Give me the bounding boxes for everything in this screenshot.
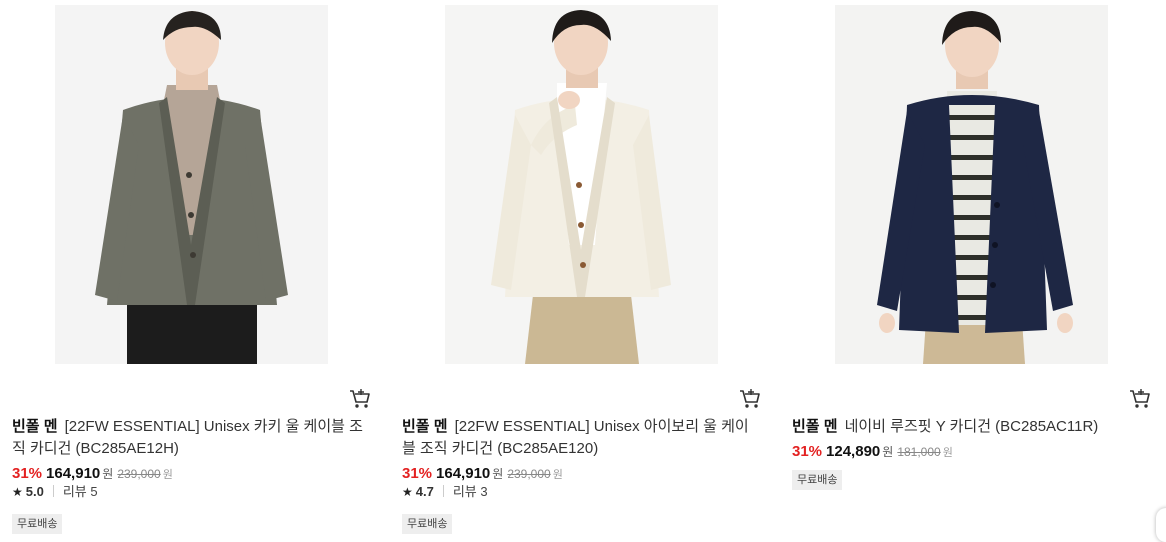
divider bbox=[442, 485, 444, 497]
rating-row: ★ 4.7 리뷰 3 bbox=[402, 484, 488, 500]
free-shipping-badge: 무료배송 bbox=[12, 514, 63, 534]
sale-price: 164,910 bbox=[46, 465, 101, 482]
brand-name: 빈폴 멘 bbox=[12, 418, 58, 435]
product-image[interactable] bbox=[55, 5, 328, 364]
original-price-unit: 원 bbox=[942, 447, 953, 459]
price-unit: 원 bbox=[492, 467, 504, 481]
product-title[interactable]: 빈폴 멘 [22FW ESSENTIAL] Unisex 아이보리 울 케이블 조… bbox=[402, 416, 762, 460]
original-price: 239,000 bbox=[117, 467, 161, 481]
discount-rate: 31% bbox=[402, 465, 433, 482]
scroll-next-button[interactable] bbox=[1156, 508, 1166, 542]
discount-rate: 31% bbox=[792, 443, 823, 460]
product-image[interactable] bbox=[445, 5, 718, 364]
product-image[interactable] bbox=[835, 5, 1108, 364]
divider bbox=[52, 485, 54, 497]
product-name: [22FW ESSENTIAL] Unisex 아이보리 울 케이블 조직 카디… bbox=[402, 418, 749, 457]
product-card[interactable]: 빈폴 멘 [22FW ESSENTIAL] Unisex 카키 울 케이블 조직 … bbox=[0, 0, 375, 539]
brand-name: 빈폴 멘 bbox=[792, 418, 838, 435]
price-row: 31% 124,890 원 181,000 원 bbox=[792, 443, 953, 462]
price-unit: 원 bbox=[882, 445, 894, 459]
price-row: 31% 164,910 원 239,000 원 bbox=[402, 465, 563, 484]
star-icon: ★ bbox=[12, 485, 23, 499]
cart-icon[interactable] bbox=[738, 388, 762, 410]
free-shipping-badge: 무료배송 bbox=[792, 470, 843, 490]
product-card[interactable]: 빈폴 멘 [22FW ESSENTIAL] Unisex 아이보리 울 케이블 조… bbox=[390, 0, 765, 539]
rating-score: 5.0 bbox=[25, 484, 44, 499]
rating-row: ★ 5.0 리뷰 5 bbox=[12, 484, 98, 500]
discount-rate: 31% bbox=[12, 465, 43, 482]
sale-price: 164,910 bbox=[436, 465, 491, 482]
original-price-unit: 원 bbox=[162, 469, 173, 481]
rating-score: 4.7 bbox=[415, 484, 434, 499]
sale-price: 124,890 bbox=[826, 443, 881, 460]
product-name: 네이비 루즈핏 Y 카디건 (BC285AC11R) bbox=[844, 418, 1099, 435]
star-icon: ★ bbox=[402, 485, 413, 499]
product-name: [22FW ESSENTIAL] Unisex 카키 울 케이블 조직 카디건 … bbox=[12, 418, 363, 457]
price-row: 31% 164,910 원 239,000 원 bbox=[12, 465, 173, 484]
original-price-unit: 원 bbox=[552, 469, 563, 481]
cart-icon[interactable] bbox=[1128, 388, 1152, 410]
product-card[interactable]: 빈폴 멘 네이비 루즈핏 Y 카디건 (BC285AC11R) 31% 124,89… bbox=[780, 0, 1155, 539]
review-count: 리뷰 3 bbox=[452, 484, 488, 499]
review-count: 리뷰 5 bbox=[62, 484, 98, 499]
price-unit: 원 bbox=[102, 467, 114, 481]
original-price: 181,000 bbox=[897, 445, 941, 459]
product-title[interactable]: 빈폴 멘 네이비 루즈핏 Y 카디건 (BC285AC11R) bbox=[792, 416, 1152, 438]
cart-icon[interactable] bbox=[348, 388, 372, 410]
original-price: 239,000 bbox=[507, 467, 551, 481]
product-title[interactable]: 빈폴 멘 [22FW ESSENTIAL] Unisex 카키 울 케이블 조직 … bbox=[12, 416, 372, 460]
free-shipping-badge: 무료배송 bbox=[402, 514, 453, 534]
brand-name: 빈폴 멘 bbox=[402, 418, 448, 435]
